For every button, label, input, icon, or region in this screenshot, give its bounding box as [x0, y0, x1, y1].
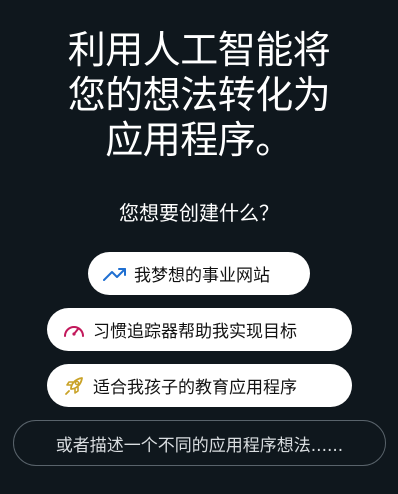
rocket-icon [61, 375, 87, 397]
headline-line-1: 利用人工智能将 [67, 28, 331, 72]
page: 利用人工智能将 您的想法转化为 应用程序。 您想要创建什么？ 我梦想的事业网站 … [0, 0, 398, 494]
trending-up-icon [102, 263, 128, 285]
suggestion-kids-education-app[interactable]: 适合我孩子的教育应用程序 [47, 364, 352, 407]
suggestion-label: 适合我孩子的教育应用程序 [93, 378, 297, 398]
speedometer-icon [61, 319, 87, 341]
headline-line-2: 您的想法转化为 [67, 73, 331, 117]
suggestion-business-website[interactable]: 我梦想的事业网站 [88, 252, 310, 295]
suggestion-label: 我梦想的事业网站 [134, 266, 270, 286]
describe-idea-button[interactable]: 或者描述一个不同的应用程序想法...... [13, 420, 386, 466]
suggestion-label: 习惯追踪器帮助我实现目标 [93, 322, 297, 342]
headline-line-3: 应用程序。 [105, 118, 293, 162]
headline: 利用人工智能将 您的想法转化为 应用程序。 [0, 28, 398, 163]
question-prompt: 您想要创建什么？ [119, 201, 279, 225]
describe-idea-label: 或者描述一个不同的应用程序想法...... [55, 435, 344, 456]
suggestion-habit-tracker[interactable]: 习惯追踪器帮助我实现目标 [47, 308, 352, 351]
